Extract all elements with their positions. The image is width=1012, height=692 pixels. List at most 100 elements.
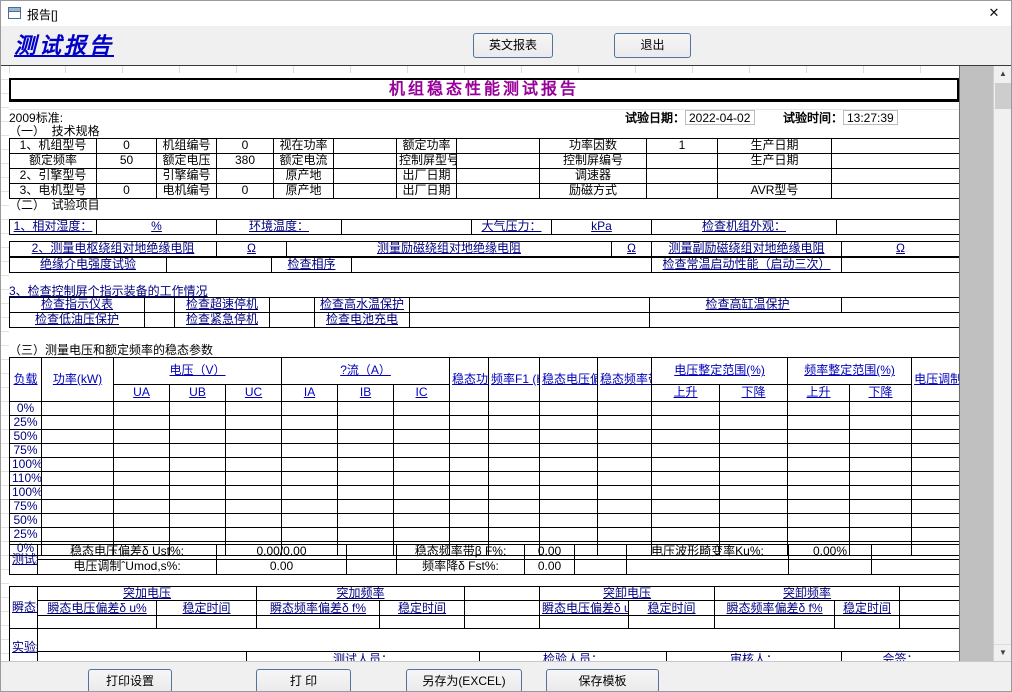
steady-empty-cell <box>912 528 959 542</box>
results-table: 测试结果 稳态电压偏差δ Ust%: 0.00/0.00 稳态频率带β F%: … <box>9 544 959 575</box>
settle-time-label: 稳定时间 <box>380 601 465 616</box>
spec-label-cell: 1、机组型号 <box>10 139 97 154</box>
save-template-button[interactable]: 保存模板 <box>546 669 659 692</box>
steady-empty-cell <box>788 458 850 472</box>
steady-empty-cell <box>338 458 394 472</box>
rise-header: 上升 <box>788 385 850 402</box>
save-as-excel-button[interactable]: 另存为(EXCEL) <box>406 669 522 692</box>
test-date-value: 2022-04-02 <box>685 110 755 125</box>
transient-empty-cell <box>465 616 540 629</box>
steady-empty-cell <box>394 402 450 416</box>
section4-title: （三）测量电压和额定频率的稳态参数 <box>9 344 959 357</box>
steady-empty-cell <box>114 500 170 514</box>
transient-table: 瞬态测试 突加电压 突加频率 突卸电压 突卸频率 瞬态电压偏差δ u% 稳定时间… <box>9 586 959 629</box>
steady-empty-cell <box>282 430 338 444</box>
spec-label-cell: 额定频率 <box>10 154 97 169</box>
steady-empty-cell <box>598 458 652 472</box>
conclusion-side-label: 实验结论 <box>10 629 38 662</box>
steady-empty-cell <box>394 514 450 528</box>
steady-empty-cell <box>788 416 850 430</box>
spec-value-cell <box>334 139 397 154</box>
steady-empty-cell <box>850 514 912 528</box>
steady-empty-cell <box>114 458 170 472</box>
vertical-scrollbar[interactable]: ▲ ▼ <box>993 66 1012 661</box>
ohm-unit: Ω <box>842 242 960 257</box>
steady-empty-cell <box>850 486 912 500</box>
transient-empty-cell <box>380 616 465 629</box>
steady-empty-cell <box>226 486 282 500</box>
steady-empty-cell <box>42 430 114 444</box>
dielectric-test-label: 绝缘介电强度试验 <box>10 258 167 273</box>
spec-value-cell <box>97 169 157 184</box>
spec-label-cell: 生产日期 <box>718 139 832 154</box>
sudden-unload-voltage-header: 突卸电压 <box>540 587 715 601</box>
report-window: 报告[] ✕ 测试报告 英文报表 退出 机组稳态性能测试报告 2009标准: 试… <box>0 0 1012 692</box>
steady-empty-cell <box>42 528 114 542</box>
scroll-down-icon[interactable]: ▼ <box>994 644 1012 661</box>
steady-empty-cell <box>226 472 282 486</box>
steady-empty-cell <box>450 458 489 472</box>
steady-empty-cell <box>170 528 226 542</box>
fdrop-result-value: 0.00 <box>525 560 575 575</box>
transient-empty-cell <box>257 616 380 629</box>
steady-empty-cell <box>114 430 170 444</box>
spec-label-cell: 电机编号 <box>157 184 217 199</box>
close-icon[interactable]: ✕ <box>985 4 1003 22</box>
test-time-label: 试验时间： <box>783 109 843 126</box>
emergency-stop-label: 检查紧急停机 <box>175 313 270 328</box>
print-button[interactable]: 打 印 <box>256 669 351 692</box>
steady-empty-cell <box>850 528 912 542</box>
steady-empty-cell <box>720 402 788 416</box>
spec-value-cell: 0 <box>217 139 274 154</box>
steady-empty-cell <box>598 430 652 444</box>
results-side-label: 测试结果 <box>10 545 38 575</box>
empty-cell <box>900 587 959 601</box>
scroll-up-icon[interactable]: ▲ <box>994 66 1012 82</box>
steady-empty-cell <box>720 458 788 472</box>
transient-empty-row <box>10 616 960 629</box>
steady-empty-cell <box>226 514 282 528</box>
steady-empty-cell <box>489 514 540 528</box>
window-title: 报告[] <box>27 6 58 23</box>
steady-empty-cell <box>540 416 598 430</box>
ic-header: IC <box>394 385 450 402</box>
transient-empty-cell <box>540 616 629 629</box>
grid-dead-area <box>959 66 994 661</box>
spec-label-cell: 额定电流 <box>274 154 334 169</box>
english-report-button[interactable]: 英文报表 <box>473 33 553 58</box>
load-row: 100% <box>10 458 960 472</box>
load-row: 110% <box>10 472 960 486</box>
transient-vdev-label: 瞬态电压偏差δ u% <box>540 601 629 616</box>
steady-empty-cell <box>114 514 170 528</box>
steady-empty-cell <box>652 528 720 542</box>
load-cell: 75% <box>10 500 42 514</box>
steady-state-table: 负载 功率(kW) 电压（V） ?流（A） 稳态功率因数 频率F1 (Hz) 稳… <box>9 357 959 556</box>
countersign-label: 会签： <box>842 652 960 662</box>
load-cell: 25% <box>10 416 42 430</box>
steady-empty-cell <box>598 514 652 528</box>
emergency-stop-value <box>270 313 315 328</box>
spec-value-cell: 380 <box>217 154 274 169</box>
low-oil-pressure-label: 检查低油压保护 <box>10 313 145 328</box>
steady-empty-cell <box>114 444 170 458</box>
settle-time-label: 稳定时间 <box>835 601 900 616</box>
steady-empty-cell <box>394 500 450 514</box>
scroll-thumb[interactable] <box>995 83 1011 109</box>
test-date-label: 试验日期： <box>625 109 685 126</box>
transient-empty-cell <box>835 616 900 629</box>
steady-empty-cell <box>850 472 912 486</box>
vmod-result-value: 0.00 <box>217 560 347 575</box>
steady-empty-cell <box>394 458 450 472</box>
high-water-temp-label: 检查高水温保护 <box>315 298 410 313</box>
steady-empty-cell <box>652 486 720 500</box>
section2-title: （二） 试验项目 <box>9 199 959 212</box>
print-setup-button[interactable]: 打印设置 <box>88 669 172 692</box>
steady-empty-cell <box>338 472 394 486</box>
load-row: 25% <box>10 528 960 542</box>
steady-empty-cell <box>394 486 450 500</box>
steady-empty-cell <box>652 402 720 416</box>
load-cell: 100% <box>10 458 42 472</box>
empty-cell <box>575 560 627 575</box>
spec-label-cell <box>718 169 832 184</box>
exit-button[interactable]: 退出 <box>614 33 691 58</box>
